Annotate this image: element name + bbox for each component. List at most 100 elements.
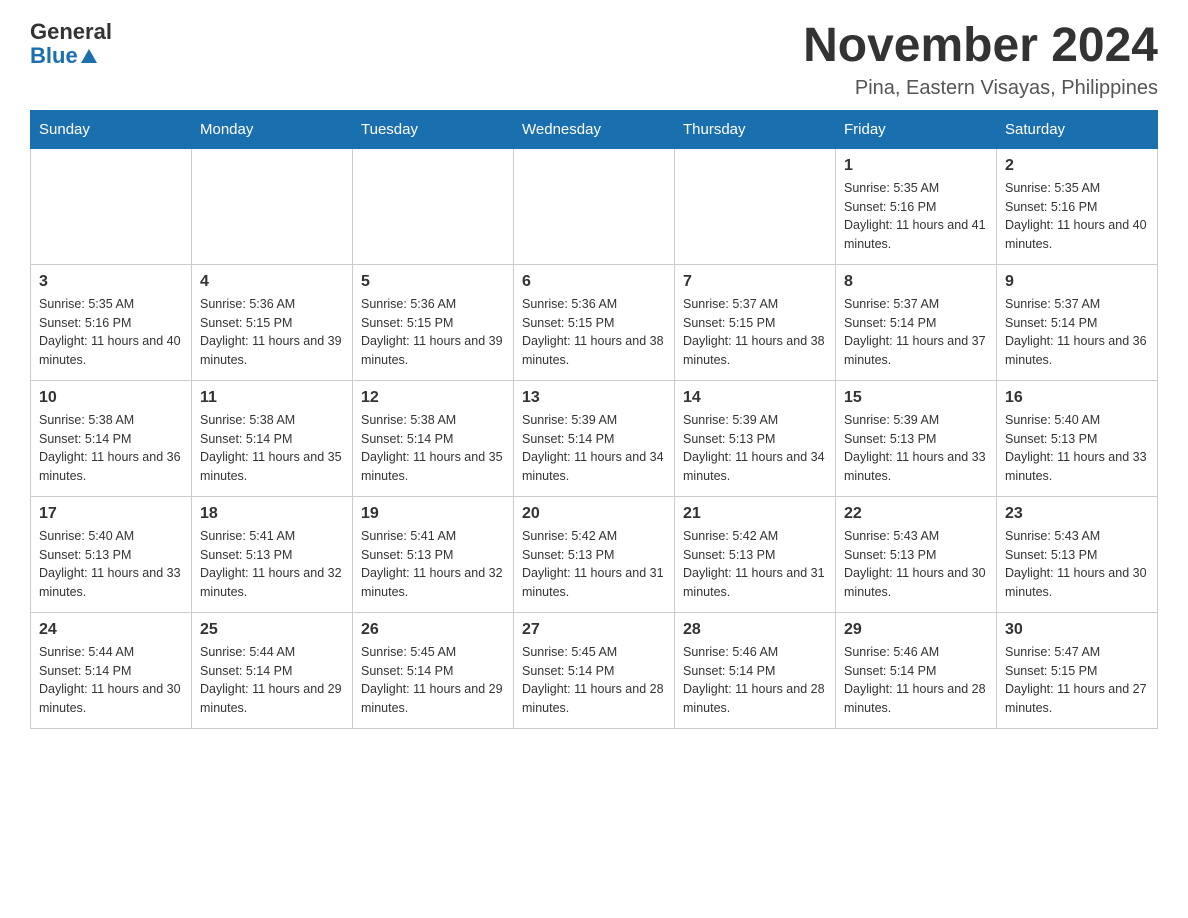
day-info: Sunrise: 5:40 AM Sunset: 5:13 PM Dayligh… [1005,411,1149,486]
calendar-cell: 7 Sunrise: 5:37 AM Sunset: 5:15 PM Daylig… [675,264,836,380]
calendar-cell: 17 Sunrise: 5:40 AM Sunset: 5:13 PM Dayli… [31,496,192,612]
day-info: Sunrise: 5:40 AM Sunset: 5:13 PM Dayligh… [39,527,183,602]
day-number: 1 [844,157,988,175]
day-info: Sunrise: 5:35 AM Sunset: 5:16 PM Dayligh… [1005,179,1149,254]
calendar-cell: 28Sunrise: 5:46 AM Sunset: 5:14 PM Dayli… [675,612,836,728]
calendar-cell: 29 Sunrise: 5:46 AM Sunset: 5:14 PM Dayli… [836,612,997,728]
day-info: Sunrise: 5:37 AM Sunset: 5:15 PM Dayligh… [683,295,827,370]
calendar-cell: 19 Sunrise: 5:41 AM Sunset: 5:13 PM Dayli… [353,496,514,612]
calendar-cell: 24 Sunrise: 5:44 AM Sunset: 5:14 PM Dayli… [31,612,192,728]
calendar-cell: 16 Sunrise: 5:40 AM Sunset: 5:13 PM Dayli… [997,380,1158,496]
day-number: 24 [39,621,183,639]
day-info: Sunrise: 5:37 AM Sunset: 5:14 PM Dayligh… [844,295,988,370]
day-number: 12 [361,389,505,407]
day-info: Sunrise: 5:41 AM Sunset: 5:13 PM Dayligh… [200,527,344,602]
day-info: Sunrise: 5:39 AM Sunset: 5:14 PM Dayligh… [522,411,666,486]
calendar-cell: 5 Sunrise: 5:36 AM Sunset: 5:15 PM Daylig… [353,264,514,380]
day-number: 15 [844,389,988,407]
day-number: 14 [683,389,827,407]
calendar-cell [514,148,675,264]
day-number: 2 [1005,157,1149,175]
day-number: 8 [844,273,988,291]
calendar-cell: 30 Sunrise: 5:47 AM Sunset: 5:15 PM Dayli… [997,612,1158,728]
logo-triangle-icon [81,49,97,63]
day-number: 28 [683,621,827,639]
calendar-cell: 20Sunrise: 5:42 AM Sunset: 5:13 PM Dayli… [514,496,675,612]
day-number: 27 [522,621,666,639]
day-info: Sunrise: 5:36 AM Sunset: 5:15 PM Dayligh… [522,295,666,370]
day-number: 23 [1005,505,1149,523]
calendar-week-3: 10 Sunrise: 5:38 AM Sunset: 5:14 PM Dayli… [31,380,1158,496]
day-number: 11 [200,389,344,407]
calendar-table: SundayMondayTuesdayWednesdayThursdayFrid… [30,110,1158,729]
calendar-cell: 1 Sunrise: 5:35 AM Sunset: 5:16 PM Daylig… [836,148,997,264]
day-info: Sunrise: 5:42 AM Sunset: 5:13 PM Dayligh… [683,527,827,602]
logo-blue: Blue [30,44,112,68]
day-number: 10 [39,389,183,407]
day-info: Sunrise: 5:46 AM Sunset: 5:14 PM Dayligh… [844,643,988,718]
day-number: 17 [39,505,183,523]
page-header: General Blue November 2024 Pina, Eastern… [30,20,1158,100]
day-info: Sunrise: 5:35 AM Sunset: 5:16 PM Dayligh… [844,179,988,254]
day-number: 3 [39,273,183,291]
day-number: 6 [522,273,666,291]
day-info: Sunrise: 5:44 AM Sunset: 5:14 PM Dayligh… [200,643,344,718]
day-number: 16 [1005,389,1149,407]
calendar-week-5: 24 Sunrise: 5:44 AM Sunset: 5:14 PM Dayli… [31,612,1158,728]
day-number: 22 [844,505,988,523]
day-number: 29 [844,621,988,639]
day-info: Sunrise: 5:45 AM Sunset: 5:14 PM Dayligh… [522,643,666,718]
logo: General Blue [30,20,112,68]
day-info: Sunrise: 5:36 AM Sunset: 5:15 PM Dayligh… [200,295,344,370]
day-info: Sunrise: 5:45 AM Sunset: 5:14 PM Dayligh… [361,643,505,718]
calendar-header-thursday: Thursday [675,110,836,148]
day-info: Sunrise: 5:38 AM Sunset: 5:14 PM Dayligh… [200,411,344,486]
calendar-cell: 12Sunrise: 5:38 AM Sunset: 5:14 PM Dayli… [353,380,514,496]
day-number: 18 [200,505,344,523]
day-info: Sunrise: 5:35 AM Sunset: 5:16 PM Dayligh… [39,295,183,370]
calendar-week-4: 17 Sunrise: 5:40 AM Sunset: 5:13 PM Dayli… [31,496,1158,612]
day-info: Sunrise: 5:39 AM Sunset: 5:13 PM Dayligh… [683,411,827,486]
day-number: 26 [361,621,505,639]
calendar-cell [192,148,353,264]
day-number: 30 [1005,621,1149,639]
day-number: 20 [522,505,666,523]
calendar-header-wednesday: Wednesday [514,110,675,148]
calendar-header-tuesday: Tuesday [353,110,514,148]
day-info: Sunrise: 5:36 AM Sunset: 5:15 PM Dayligh… [361,295,505,370]
calendar-cell [353,148,514,264]
day-number: 21 [683,505,827,523]
calendar-cell: 23 Sunrise: 5:43 AM Sunset: 5:13 PM Dayli… [997,496,1158,612]
calendar-header-friday: Friday [836,110,997,148]
day-info: Sunrise: 5:37 AM Sunset: 5:14 PM Dayligh… [1005,295,1149,370]
calendar-week-2: 3 Sunrise: 5:35 AM Sunset: 5:16 PM Daylig… [31,264,1158,380]
calendar-cell [31,148,192,264]
day-number: 19 [361,505,505,523]
day-number: 4 [200,273,344,291]
day-info: Sunrise: 5:44 AM Sunset: 5:14 PM Dayligh… [39,643,183,718]
location-text: Pina, Eastern Visayas, Philippines [803,77,1158,100]
day-info: Sunrise: 5:47 AM Sunset: 5:15 PM Dayligh… [1005,643,1149,718]
calendar-cell: 3 Sunrise: 5:35 AM Sunset: 5:16 PM Daylig… [31,264,192,380]
title-area: November 2024 Pina, Eastern Visayas, Phi… [803,20,1158,100]
day-info: Sunrise: 5:43 AM Sunset: 5:13 PM Dayligh… [844,527,988,602]
day-number: 5 [361,273,505,291]
day-info: Sunrise: 5:38 AM Sunset: 5:14 PM Dayligh… [39,411,183,486]
calendar-header-sunday: Sunday [31,110,192,148]
calendar-cell: 27 Sunrise: 5:45 AM Sunset: 5:14 PM Dayli… [514,612,675,728]
logo-general: General [30,20,112,44]
month-title: November 2024 [803,20,1158,73]
calendar-cell: 14 Sunrise: 5:39 AM Sunset: 5:13 PM Dayli… [675,380,836,496]
calendar-cell [675,148,836,264]
day-info: Sunrise: 5:43 AM Sunset: 5:13 PM Dayligh… [1005,527,1149,602]
calendar-cell: 8 Sunrise: 5:37 AM Sunset: 5:14 PM Daylig… [836,264,997,380]
calendar-cell: 9 Sunrise: 5:37 AM Sunset: 5:14 PM Daylig… [997,264,1158,380]
day-number: 9 [1005,273,1149,291]
logo-blue-text: Blue [30,44,78,68]
calendar-cell: 13Sunrise: 5:39 AM Sunset: 5:14 PM Dayli… [514,380,675,496]
calendar-cell: 22 Sunrise: 5:43 AM Sunset: 5:13 PM Dayli… [836,496,997,612]
calendar-cell: 15Sunrise: 5:39 AM Sunset: 5:13 PM Dayli… [836,380,997,496]
day-info: Sunrise: 5:41 AM Sunset: 5:13 PM Dayligh… [361,527,505,602]
day-number: 7 [683,273,827,291]
day-number: 25 [200,621,344,639]
